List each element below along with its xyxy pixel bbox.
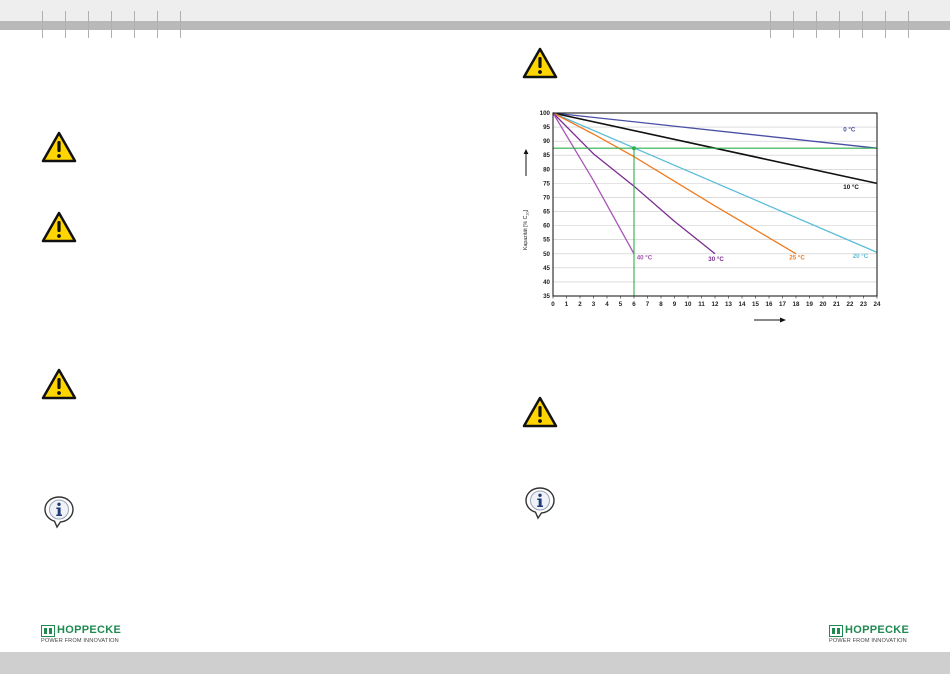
x-tick-label: 16: [766, 301, 773, 308]
top-bar: [0, 21, 950, 30]
warning-triangle-icon: [522, 396, 558, 428]
y-axis-arrow: [523, 149, 529, 176]
capacity-temperature-chart: 100959085807570656055504540350 1 2 3 4 5 6 7 8 9 1…: [523, 110, 881, 323]
x-tick-label: 9: [673, 301, 677, 308]
hoppecke-logo-mark: [41, 625, 55, 637]
x-tick-label: 13: [725, 301, 732, 308]
y-tick-label: 70: [543, 194, 550, 201]
warning-triangle-icon: [522, 47, 558, 79]
y-tick-label: 80: [543, 166, 550, 173]
brand-tagline: POWER FROM INNOVATION: [41, 638, 119, 644]
x-tick-label: 5: [619, 301, 623, 308]
x-tick-label: 8: [659, 301, 663, 308]
brand-name: HOPPECKE: [845, 624, 910, 636]
y-tick-label: 50: [543, 251, 550, 258]
x-tick-label: 22: [847, 301, 854, 308]
x-tick-label: 21: [833, 301, 840, 308]
y-tick-label: 85: [543, 152, 550, 159]
reference-point: [632, 146, 636, 151]
y-tick-label: 60: [543, 223, 550, 230]
x-tick-label: 19: [806, 301, 813, 308]
chart-series-labels: 0 °C 10 °C 20 °C 25 °C 30 °C 40 °C: [637, 126, 869, 263]
x-tick-label: 0: [551, 301, 555, 308]
y-tick-label: 45: [543, 265, 550, 272]
x-tick-label: 18: [793, 301, 800, 308]
series-label: 0 °C: [843, 126, 856, 133]
y-tick-label: 55: [543, 237, 550, 244]
warning-triangle-icon: [41, 131, 77, 163]
series-label: 40 °C: [637, 254, 653, 261]
x-axis-arrow: [754, 317, 786, 323]
series-line: [552, 112, 878, 253]
brand-tagline: POWER FROM INNOVATION: [829, 638, 907, 644]
chart-reference-lines: [553, 146, 877, 296]
x-tick-label: 14: [739, 301, 746, 308]
warning-triangle-icon: [41, 368, 77, 400]
x-tick-label: 10: [685, 301, 692, 308]
x-tick-label: 24: [874, 301, 881, 308]
y-tick-label: 40: [543, 279, 550, 286]
hoppecke-logo: HOPPECKE POWER FROM INNOVATION: [41, 624, 137, 649]
warning-triangle-icon: [41, 211, 77, 243]
x-tick-label: 17: [779, 301, 786, 308]
info-speech-bubble-icon: [525, 487, 555, 520]
x-tick-label: 1: [565, 301, 569, 308]
bottom-band: [0, 652, 950, 674]
chart-tick-labels: 100959085807570656055504540350 1 2 3 4 5 6 7 8 9 1…: [540, 110, 881, 308]
x-tick-label: 20: [820, 301, 827, 308]
y-tick-label: 90: [543, 138, 550, 145]
hoppecke-logo-mark: [829, 625, 843, 637]
x-tick-label: 15: [752, 301, 759, 308]
x-tick-label: 11: [698, 301, 705, 308]
x-tick-label: 7: [646, 301, 650, 308]
y-tick-label: 35: [543, 293, 550, 300]
series-line: [552, 112, 878, 149]
x-tick-label: 3: [592, 301, 596, 308]
y-tick-label: 75: [543, 180, 550, 187]
x-tick-label: 12: [712, 301, 719, 308]
y-tick-label: 65: [543, 209, 550, 216]
y-tick-label: 95: [543, 124, 550, 131]
series-label: 20 °C: [853, 253, 869, 260]
top-band: [0, 0, 950, 21]
x-tick-label: 6: [632, 301, 636, 308]
plot-frame: [552, 112, 878, 297]
x-tick-label: 2: [578, 301, 582, 308]
info-speech-bubble-icon: [44, 496, 74, 529]
y-tick-label: 100: [540, 110, 551, 117]
hoppecke-logo: HOPPECKE POWER FROM INNOVATION: [829, 624, 925, 649]
series-label: 25 °C: [789, 254, 805, 261]
y-axis-label: Kapazität [% C10]: [523, 209, 530, 250]
brand-name: HOPPECKE: [57, 624, 122, 636]
x-tick-label: 23: [860, 301, 867, 308]
series-label: 10 °C: [843, 184, 859, 191]
x-tick-label: 4: [605, 301, 609, 308]
series-label: 30 °C: [708, 256, 724, 263]
